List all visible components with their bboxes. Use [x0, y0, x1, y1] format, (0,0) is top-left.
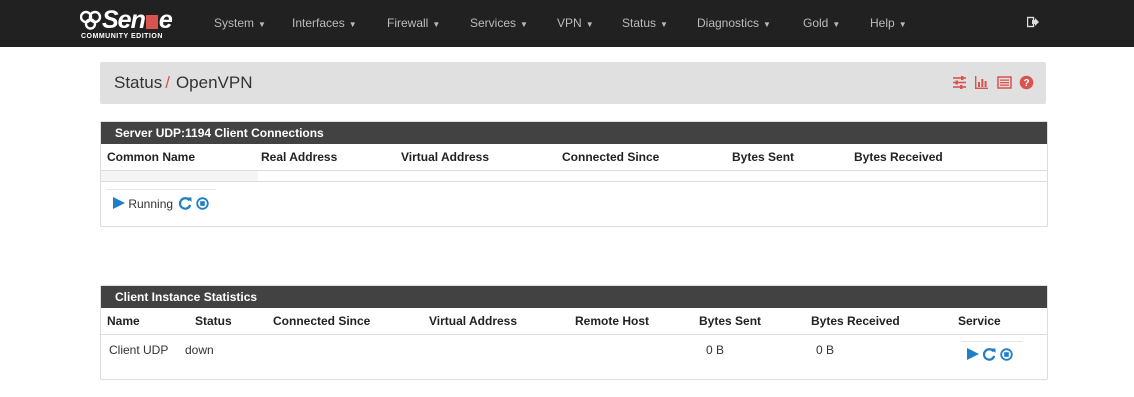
column-header[interactable]: Connected Since [562, 144, 659, 170]
column-header[interactable]: Bytes Received [811, 308, 900, 334]
service-status-label: Running [128, 197, 174, 211]
nav-status[interactable]: Status ▼ [622, 0, 668, 47]
logo-edition: COMMUNITY EDITION [81, 33, 163, 40]
nav-gold[interactable]: Gold ▼ [803, 0, 840, 47]
column-header[interactable]: Connected Since [273, 308, 370, 334]
row-shade [101, 171, 258, 181]
logout-link[interactable] [1026, 0, 1039, 47]
nav-diagnostics[interactable]: Diagnostics ▼ [697, 0, 771, 47]
table-row: Client UDP down 0 B 0 B [101, 335, 1047, 378]
server-connections-panel: Server UDP:1194 Client Connections Commo… [100, 121, 1048, 227]
caret-down-icon: ▼ [520, 20, 528, 29]
server-service-row: Running [101, 182, 1047, 226]
caret-down-icon: ▼ [258, 20, 266, 29]
client-statistics-panel: Client Instance Statistics Name Status C… [100, 285, 1048, 380]
client-service-controls [967, 347, 1013, 363]
nav-firewall[interactable]: Firewall ▼ [387, 0, 440, 47]
sliders-icon[interactable] [952, 75, 967, 90]
server-table-header: Common Name Real Address Virtual Address… [101, 144, 1047, 171]
stop-icon[interactable] [196, 197, 209, 210]
help-icon[interactable]: ? [1019, 75, 1034, 90]
nav-interfaces[interactable]: Interfaces ▼ [292, 0, 357, 47]
column-header[interactable]: Real Address [261, 144, 337, 170]
logo-knot-icon [79, 10, 102, 30]
bar-chart-icon[interactable] [974, 75, 989, 90]
top-navbar: Sen e COMMUNITY EDITION System ▼ Interface… [0, 0, 1134, 47]
client-bytes-received: 0 B [816, 343, 835, 357]
nav-help[interactable]: Help ▼ [870, 0, 907, 47]
column-header[interactable]: Name [107, 308, 140, 334]
caret-down-icon: ▼ [832, 20, 841, 29]
column-header[interactable]: Virtual Address [401, 144, 489, 170]
list-icon[interactable] [996, 75, 1012, 90]
column-header[interactable]: Bytes Sent [699, 308, 761, 334]
caret-down-icon: ▼ [432, 20, 441, 29]
header-shortcut-icons: ? [948, 75, 1034, 91]
server-panel-title: Server UDP:1194 Client Connections [101, 122, 1047, 144]
sign-out-icon [1026, 16, 1039, 28]
caret-down-icon: ▼ [898, 20, 907, 29]
page-header: Status / OpenVPN ? [100, 62, 1046, 104]
logo-wordmark: Sen e [79, 6, 173, 34]
play-icon [113, 197, 125, 209]
nav-services[interactable]: Services ▼ [470, 0, 528, 47]
client-panel-title: Client Instance Statistics [101, 286, 1047, 308]
caret-down-icon: ▼ [763, 20, 771, 29]
stop-icon[interactable] [999, 348, 1013, 361]
client-name: Client UDP [109, 343, 169, 357]
divider [106, 189, 216, 190]
nav-system[interactable]: System ▼ [214, 0, 266, 47]
divider [961, 341, 1023, 342]
pfsense-logo[interactable]: Sen e COMMUNITY EDITION [79, 6, 200, 44]
restart-icon[interactable] [178, 196, 192, 210]
breadcrumb-current: OpenVPN [175, 73, 253, 92]
logo-red-mark [145, 15, 158, 29]
caret-down-icon: ▼ [348, 20, 357, 29]
column-header[interactable]: Bytes Received [854, 144, 943, 170]
breadcrumb-separator: / [165, 73, 170, 92]
breadcrumb-parent[interactable]: Status [114, 73, 162, 92]
client-bytes-sent: 0 B [706, 343, 725, 357]
play-icon[interactable] [967, 348, 979, 360]
breadcrumb: Status / OpenVPN [114, 62, 252, 104]
column-header[interactable]: Common Name [107, 144, 195, 170]
column-header[interactable]: Status [195, 308, 232, 334]
restart-icon[interactable] [982, 347, 996, 361]
column-header[interactable]: Service [958, 308, 1001, 334]
column-header[interactable]: Remote Host [575, 308, 649, 334]
server-empty-row [101, 171, 1047, 182]
client-status: down [185, 343, 214, 357]
client-table-header: Name Status Connected Since Virtual Addr… [101, 308, 1047, 335]
caret-down-icon: ▼ [585, 20, 594, 29]
caret-down-icon: ▼ [660, 20, 668, 29]
service-status: Running [113, 196, 209, 212]
nav-vpn[interactable]: VPN ▼ [557, 0, 594, 47]
svg-text:?: ? [1023, 78, 1029, 89]
column-header[interactable]: Virtual Address [429, 308, 517, 334]
column-header[interactable]: Bytes Sent [732, 144, 794, 170]
